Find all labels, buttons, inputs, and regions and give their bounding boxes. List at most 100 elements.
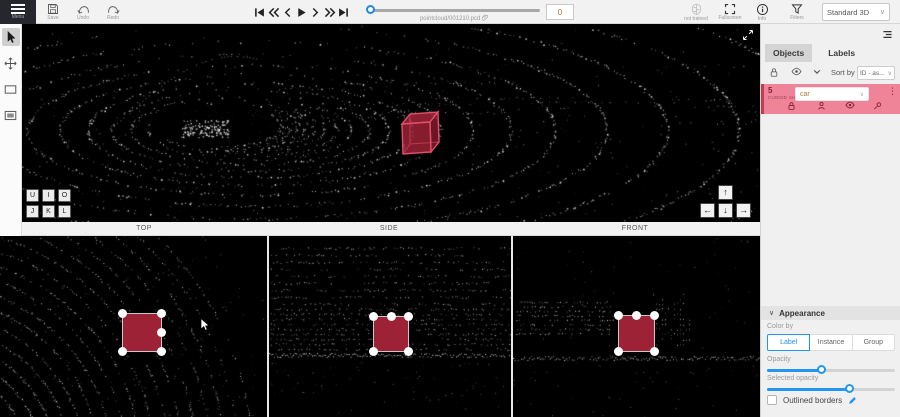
not-trained-button[interactable]: not trained xyxy=(680,0,712,24)
fullscreen-button[interactable]: Fullscreen xyxy=(716,0,744,24)
opacity-slider[interactable] xyxy=(767,365,895,375)
attach-icon xyxy=(482,14,488,21)
key-i-button[interactable]: I xyxy=(42,189,55,202)
selected-opacity-slider[interactable] xyxy=(767,384,895,394)
top-toolbar: Menu Save Undo Redo pointcloud/ xyxy=(0,0,900,24)
visibility-all-icon[interactable] xyxy=(791,67,802,76)
menu-button[interactable]: Menu xyxy=(0,0,36,24)
resize-handle[interactable] xyxy=(369,347,378,356)
prev-frame-icon[interactable] xyxy=(281,4,294,20)
image-tool-button[interactable] xyxy=(2,106,20,124)
resize-handle[interactable] xyxy=(369,312,378,321)
tab-labels[interactable]: Labels xyxy=(820,44,863,62)
side-view-label: SIDE xyxy=(380,225,398,232)
rewind-icon[interactable] xyxy=(267,4,280,20)
skip-start-icon[interactable] xyxy=(253,4,266,20)
resize-handle[interactable] xyxy=(387,312,396,321)
resize-handle[interactable] xyxy=(404,347,413,356)
play-icon[interactable] xyxy=(295,4,308,20)
pin-icon[interactable] xyxy=(873,101,882,111)
skip-end-icon[interactable] xyxy=(337,4,350,20)
object-class-select[interactable]: car ∨ xyxy=(795,87,869,101)
frame-number-input[interactable] xyxy=(546,4,574,20)
info-button[interactable]: Info xyxy=(750,0,774,24)
appearance-header[interactable]: ∨ Appearance xyxy=(761,306,900,320)
front-view[interactable] xyxy=(511,236,760,417)
outlined-borders-row: Outlined borders xyxy=(767,395,857,405)
pointcloud-canvas[interactable] xyxy=(22,24,760,222)
cuboid-top-view[interactable] xyxy=(122,313,162,352)
tab-objects[interactable]: Objects xyxy=(765,44,812,62)
expand-icon[interactable] xyxy=(742,29,754,41)
more-icon[interactable]: ⋮ xyxy=(888,87,897,96)
fast-forward-icon[interactable] xyxy=(323,4,336,20)
filters-button[interactable]: Filters xyxy=(784,0,810,24)
cuboid-side-view[interactable] xyxy=(373,316,409,352)
redo-icon xyxy=(107,4,120,15)
key-o-button[interactable]: O xyxy=(58,189,71,202)
undo-button[interactable]: Undo xyxy=(70,0,96,24)
main-3d-view[interactable]: U I O J K L ↑ ← ↓ → xyxy=(22,24,760,222)
rotate-handle[interactable] xyxy=(157,328,166,337)
arrow-right-button[interactable]: → xyxy=(736,203,751,218)
cuboid-tool-button[interactable] xyxy=(2,80,20,98)
resize-handle[interactable] xyxy=(118,347,127,356)
lock-all-icon[interactable] xyxy=(769,67,779,78)
resize-handle[interactable] xyxy=(157,309,166,318)
arrow-down-button[interactable]: ↓ xyxy=(718,203,733,218)
filter-icon xyxy=(791,3,803,15)
mouse-cursor xyxy=(200,318,211,332)
object-list-controls: Sort by ID - as... ∨ xyxy=(761,66,900,82)
seekbar-track[interactable] xyxy=(368,9,540,12)
resize-handle[interactable] xyxy=(650,347,659,356)
opacity-label: Opacity xyxy=(767,356,791,363)
view-mode-select[interactable]: Standard 3D ∨ xyxy=(822,3,890,21)
save-button[interactable]: Save xyxy=(40,0,66,24)
resize-handle[interactable] xyxy=(118,309,127,318)
save-icon xyxy=(47,3,59,15)
selected-opacity-slider-handle[interactable] xyxy=(845,384,854,393)
chevron-down-icon[interactable] xyxy=(813,69,821,75)
select-tool-button[interactable] xyxy=(2,28,20,46)
resize-handle[interactable] xyxy=(632,311,641,320)
cuboid-3d-annotation[interactable] xyxy=(392,106,452,166)
resize-handle[interactable] xyxy=(157,347,166,356)
arrow-up-button[interactable]: ↑ xyxy=(718,185,733,200)
sort-select[interactable]: ID - as... ∨ xyxy=(857,66,895,80)
ortho-views xyxy=(0,236,760,417)
key-k-button[interactable]: K xyxy=(42,205,55,218)
eye-icon[interactable] xyxy=(845,101,855,109)
pointcloud-labeling-app: Menu Save Undo Redo pointcloud/ xyxy=(0,0,900,417)
seekbar-handle[interactable] xyxy=(366,5,375,14)
cuboid-front-view[interactable] xyxy=(618,315,655,352)
panel-tabs: Objects Labels xyxy=(765,44,863,62)
key-u-button[interactable]: U xyxy=(26,189,39,202)
appearance-title: Appearance xyxy=(779,309,825,318)
key-l-button[interactable]: L xyxy=(58,205,71,218)
pencil-icon[interactable] xyxy=(848,396,857,405)
person-icon[interactable] xyxy=(817,101,826,111)
side-view[interactable] xyxy=(267,236,511,417)
move-tool-button[interactable] xyxy=(2,54,20,72)
top-view[interactable] xyxy=(0,236,267,417)
outlined-borders-checkbox[interactable] xyxy=(767,395,777,405)
resize-handle[interactable] xyxy=(650,311,659,320)
undo-icon xyxy=(77,4,90,15)
color-by-group-button[interactable]: Group xyxy=(853,334,895,351)
color-by-instance-button[interactable]: Instance xyxy=(810,334,852,351)
object-row-car[interactable]: 5 CUBOID SHAPE car ∨ ⋮ xyxy=(761,84,900,114)
chevron-down-icon: ∨ xyxy=(769,309,774,317)
next-frame-icon[interactable] xyxy=(309,4,322,20)
lock-icon[interactable] xyxy=(787,101,796,111)
panel-menu-icon[interactable] xyxy=(881,28,894,41)
resize-handle[interactable] xyxy=(404,312,413,321)
key-j-button[interactable]: J xyxy=(26,205,39,218)
resize-handle[interactable] xyxy=(614,347,623,356)
selected-opacity-label: Selected opacity xyxy=(767,375,818,382)
color-by-label-button[interactable]: Label xyxy=(767,334,810,351)
arrow-left-button[interactable]: ← xyxy=(700,203,715,218)
move-tool-icon xyxy=(4,57,17,70)
redo-button[interactable]: Redo xyxy=(100,0,126,24)
resize-handle[interactable] xyxy=(614,311,623,320)
opacity-slider-handle[interactable] xyxy=(817,365,826,374)
